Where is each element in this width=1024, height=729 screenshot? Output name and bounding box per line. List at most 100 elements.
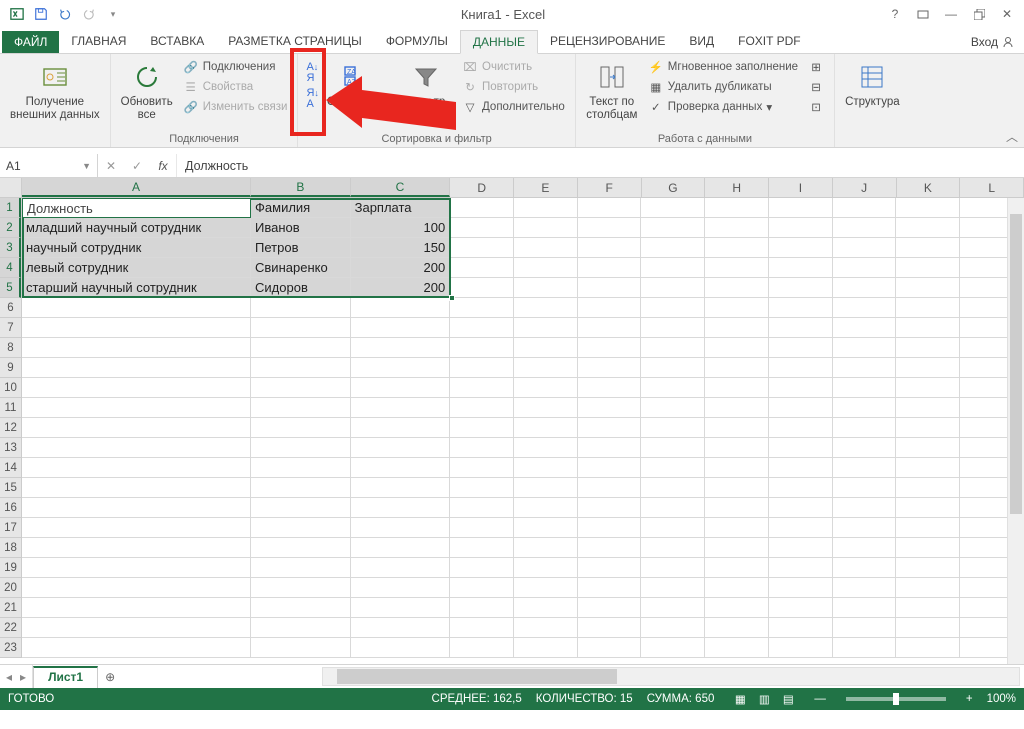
cell-I9[interactable]	[769, 358, 833, 378]
cell-E11[interactable]	[514, 398, 578, 418]
undo-icon[interactable]	[54, 3, 76, 25]
cell-G21[interactable]	[641, 598, 705, 618]
cell-F14[interactable]	[578, 458, 642, 478]
cell-E8[interactable]	[514, 338, 578, 358]
cell-E2[interactable]	[514, 218, 578, 238]
sheet-tab-active[interactable]: Лист1	[33, 666, 98, 688]
cell-J16[interactable]	[833, 498, 897, 518]
cell-B18[interactable]	[251, 538, 351, 558]
cell-E5[interactable]	[514, 278, 578, 298]
column-header-D[interactable]: D	[450, 178, 514, 197]
tab-формулы[interactable]: ФОРМУЛЫ	[374, 30, 460, 53]
cell-G9[interactable]	[641, 358, 705, 378]
cell-A11[interactable]	[22, 398, 251, 418]
sort-button[interactable]: ZAAZ Сортировка	[325, 58, 392, 111]
close-icon[interactable]: ✕	[994, 3, 1020, 25]
cell-F2[interactable]	[578, 218, 642, 238]
cell-I18[interactable]	[769, 538, 833, 558]
cell-H18[interactable]	[705, 538, 769, 558]
cell-J9[interactable]	[833, 358, 897, 378]
cell-G3[interactable]	[641, 238, 705, 258]
cell-C9[interactable]	[351, 358, 451, 378]
cell-B5[interactable]: Сидоров	[251, 278, 351, 298]
horizontal-scrollbar[interactable]	[322, 667, 1020, 686]
cell-K10[interactable]	[896, 378, 960, 398]
normal-view-icon[interactable]: ▦	[728, 690, 752, 708]
cell-H17[interactable]	[705, 518, 769, 538]
column-header-F[interactable]: F	[578, 178, 642, 197]
cell-J18[interactable]	[833, 538, 897, 558]
cell-F13[interactable]	[578, 438, 642, 458]
name-box[interactable]: A1▼	[0, 154, 98, 177]
cell-J12[interactable]	[833, 418, 897, 438]
cell-A12[interactable]	[22, 418, 251, 438]
cell-I15[interactable]	[769, 478, 833, 498]
cell-J7[interactable]	[833, 318, 897, 338]
cell-G2[interactable]	[641, 218, 705, 238]
minimize-icon[interactable]: —	[938, 3, 964, 25]
cell-B4[interactable]: Свинаренко	[251, 258, 351, 278]
cell-C17[interactable]	[351, 518, 451, 538]
cell-I2[interactable]	[769, 218, 833, 238]
refresh-all-button[interactable]: Обновить все	[119, 58, 175, 124]
cell-E15[interactable]	[514, 478, 578, 498]
cell-G4[interactable]	[641, 258, 705, 278]
cell-C7[interactable]	[351, 318, 451, 338]
cell-K15[interactable]	[896, 478, 960, 498]
cell-F7[interactable]	[578, 318, 642, 338]
cell-A3[interactable]: научный сотрудник	[22, 238, 251, 258]
row-header-19[interactable]: 19	[0, 558, 21, 578]
cell-A1[interactable]: Должность	[22, 198, 251, 218]
cell-D14[interactable]	[450, 458, 514, 478]
cell-K13[interactable]	[896, 438, 960, 458]
cell-B12[interactable]	[251, 418, 351, 438]
cell-G8[interactable]	[641, 338, 705, 358]
cell-K16[interactable]	[896, 498, 960, 518]
cell-F21[interactable]	[578, 598, 642, 618]
cell-C14[interactable]	[351, 458, 451, 478]
cell-K20[interactable]	[896, 578, 960, 598]
cell-K4[interactable]	[896, 258, 960, 278]
cell-F23[interactable]	[578, 638, 642, 658]
cell-K22[interactable]	[896, 618, 960, 638]
row-header-23[interactable]: 23	[0, 638, 21, 658]
tab-foxit-pdf[interactable]: FOXIT PDF	[726, 30, 812, 53]
cell-A20[interactable]	[22, 578, 251, 598]
cell-I21[interactable]	[769, 598, 833, 618]
cell-E1[interactable]	[514, 198, 578, 218]
cell-A5[interactable]: старший научный сотрудник	[22, 278, 251, 298]
cell-B6[interactable]	[251, 298, 351, 318]
tab-главная[interactable]: ГЛАВНАЯ	[59, 30, 138, 53]
row-header-18[interactable]: 18	[0, 538, 21, 558]
cell-H3[interactable]	[705, 238, 769, 258]
cell-B8[interactable]	[251, 338, 351, 358]
cell-H9[interactable]	[705, 358, 769, 378]
cell-K17[interactable]	[896, 518, 960, 538]
cell-F19[interactable]	[578, 558, 642, 578]
text-to-columns-button[interactable]: Текст по столбцам	[584, 58, 640, 124]
cells-area[interactable]: ДолжностьФамилияЗарплатамладший научный …	[22, 198, 1024, 664]
get-external-data-button[interactable]: Получение внешних данных	[8, 58, 102, 124]
cell-D8[interactable]	[450, 338, 514, 358]
cell-I6[interactable]	[769, 298, 833, 318]
cell-J11[interactable]	[833, 398, 897, 418]
cell-K9[interactable]	[896, 358, 960, 378]
sort-desc-button[interactable]: Я↓А	[306, 88, 318, 110]
cell-B15[interactable]	[251, 478, 351, 498]
cell-A8[interactable]	[22, 338, 251, 358]
cell-K23[interactable]	[896, 638, 960, 658]
cell-F9[interactable]	[578, 358, 642, 378]
cell-J23[interactable]	[833, 638, 897, 658]
cell-G12[interactable]	[641, 418, 705, 438]
cell-F8[interactable]	[578, 338, 642, 358]
cell-I16[interactable]	[769, 498, 833, 518]
cell-C15[interactable]	[351, 478, 451, 498]
cell-D5[interactable]	[450, 278, 514, 298]
cell-B1[interactable]: Фамилия	[251, 198, 351, 218]
cell-K5[interactable]	[896, 278, 960, 298]
column-header-A[interactable]: A	[22, 178, 251, 197]
cell-J2[interactable]	[833, 218, 897, 238]
reapply-button[interactable]: ↻Повторить	[460, 78, 567, 96]
cell-F20[interactable]	[578, 578, 642, 598]
cell-I4[interactable]	[769, 258, 833, 278]
